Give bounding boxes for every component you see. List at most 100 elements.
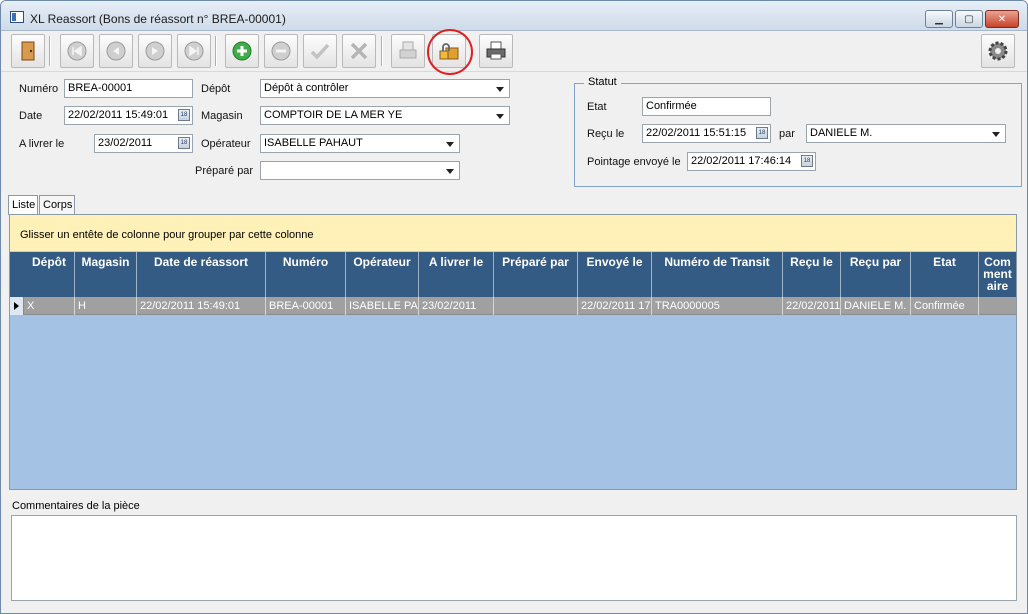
cell-recu-par[interactable]: DANIELE M.	[841, 297, 911, 315]
cell-commentaire[interactable]	[979, 297, 1016, 315]
tab-corps[interactable]: Corps	[39, 195, 75, 214]
recu-par-select[interactable]: DANIELE M.	[806, 124, 1006, 143]
cancel-button[interactable]	[342, 34, 376, 68]
column-chooser-icon[interactable]	[10, 252, 24, 297]
par-label: par	[779, 128, 795, 140]
cell-prepare[interactable]	[494, 297, 578, 315]
col-operateur[interactable]: Opérateur	[346, 252, 419, 297]
exit-door-button[interactable]	[11, 34, 45, 68]
alivrer-value: 23/02/2011	[98, 137, 153, 149]
cell-transit[interactable]: TRA0000005	[652, 297, 783, 315]
col-recu-le[interactable]: Reçu le	[783, 252, 841, 297]
recu-date-field[interactable]: 22/02/2011 15:51:15 18	[642, 124, 771, 143]
operateur-value: ISABELLE PAHAUT	[264, 137, 363, 149]
date-value: 22/02/2011 15:49:01	[68, 109, 169, 121]
pointage-label: Pointage envoyé le	[587, 156, 681, 168]
tab-liste[interactable]: Liste	[8, 195, 38, 215]
col-alivrer[interactable]: A livrer le	[419, 252, 494, 297]
cell-envoye[interactable]: 22/02/2011 17	[578, 297, 652, 315]
col-transit[interactable]: Numéro de Transit	[652, 252, 783, 297]
cell-alivrer[interactable]: 23/02/2011	[419, 297, 494, 315]
settings-gear-icon	[988, 41, 1008, 61]
first-record-icon	[67, 41, 87, 61]
numero-label: Numéro	[19, 83, 59, 95]
validate-button[interactable]	[303, 34, 337, 68]
col-etat[interactable]: Etat	[911, 252, 979, 297]
group-by-hint[interactable]: Glisser un entête de colonne pour groupe…	[10, 215, 1016, 252]
numero-field[interactable]: BREA-00001	[64, 79, 193, 98]
pointage-date-field[interactable]: 22/02/2011 17:46:14 18	[687, 152, 816, 171]
col-commentaire[interactable]: Com ment aire	[979, 252, 1016, 297]
data-grid: Glisser un entête de colonne pour groupe…	[9, 214, 1017, 490]
prepare-select[interactable]	[260, 161, 460, 180]
maximize-button[interactable]: ▢	[955, 10, 983, 28]
cell-date-reassort[interactable]: 22/02/2011 15:49:01	[137, 297, 266, 315]
alivrer-field[interactable]: 23/02/2011 18	[94, 134, 193, 153]
alivrer-label: A livrer le	[19, 138, 65, 150]
cell-operateur[interactable]: ISABELLE PAH.	[346, 297, 419, 315]
calendar-icon[interactable]: 18	[756, 127, 768, 139]
add-icon	[232, 41, 252, 61]
cell-recu-le[interactable]: 22/02/2011	[783, 297, 841, 315]
last-record-button[interactable]	[177, 34, 211, 68]
window-title: XL Reassort (Bons de réassort n° BREA-00…	[30, 12, 286, 26]
col-magasin[interactable]: Magasin	[75, 252, 137, 297]
recu-label: Reçu le	[587, 128, 625, 140]
app-window: XL Reassort (Bons de réassort n° BREA-00…	[0, 0, 1028, 614]
cell-magasin[interactable]: H	[75, 297, 137, 315]
previous-record-button[interactable]	[99, 34, 133, 68]
col-recu-par[interactable]: Reçu par	[841, 252, 911, 297]
cell-numero[interactable]: BREA-00001	[266, 297, 346, 315]
etat-field[interactable]: Confirmée	[642, 97, 771, 116]
settings-button[interactable]	[981, 34, 1015, 68]
magasin-label: Magasin	[201, 110, 243, 122]
chevron-down-icon	[446, 169, 454, 174]
depot-select[interactable]: Dépôt à contrôler	[260, 79, 510, 98]
magasin-select[interactable]: COMPTOIR DE LA MER YE	[260, 106, 510, 125]
col-date-reassort[interactable]: Date de réassort	[137, 252, 266, 297]
statut-title: Statut	[584, 76, 621, 88]
remove-icon	[271, 41, 291, 61]
printer-disabled-button[interactable]	[391, 34, 425, 68]
col-envoye[interactable]: Envoyé le	[578, 252, 652, 297]
row-selector-icon[interactable]	[10, 297, 24, 315]
cell-depot[interactable]: X	[24, 297, 75, 315]
previous-record-icon	[106, 41, 126, 61]
title-bar[interactable]: XL Reassort (Bons de réassort n° BREA-00…	[1, 1, 1027, 31]
comments-label: Commentaires de la pièce	[12, 500, 140, 512]
close-button[interactable]: ✕	[985, 10, 1019, 28]
depot-label: Dépôt	[201, 83, 231, 95]
print-icon	[486, 41, 506, 60]
remove-button[interactable]	[264, 34, 298, 68]
last-record-icon	[184, 41, 204, 61]
first-record-button[interactable]	[60, 34, 94, 68]
magasin-value: COMPTOIR DE LA MER YE	[264, 109, 403, 121]
validate-check-icon	[310, 43, 330, 60]
table-row[interactable]: X H 22/02/2011 15:49:01 BREA-00001 ISABE…	[10, 297, 1016, 315]
calendar-icon[interactable]: 18	[178, 109, 190, 121]
grid-header: Dépôt Magasin Date de réassort Numéro Op…	[10, 252, 1016, 297]
minimize-button[interactable]: ▁	[925, 10, 953, 28]
add-button[interactable]	[225, 34, 259, 68]
operateur-select[interactable]: ISABELLE PAHAUT	[260, 134, 460, 153]
lock-boxes-icon	[439, 43, 459, 60]
pointage-date-value: 22/02/2011 17:46:14	[691, 155, 792, 167]
comments-textarea[interactable]	[11, 515, 1017, 601]
depot-value: Dépôt à contrôler	[264, 82, 349, 94]
print-button[interactable]	[479, 34, 513, 68]
next-record-button[interactable]	[138, 34, 172, 68]
lock-boxes-button[interactable]	[432, 34, 466, 68]
exit-door-icon	[21, 41, 35, 61]
next-record-icon	[145, 41, 165, 61]
cell-etat[interactable]: Confirmée	[911, 297, 979, 315]
app-icon	[10, 11, 24, 23]
col-depot[interactable]: Dépôt	[24, 252, 75, 297]
calendar-icon[interactable]: 18	[801, 155, 813, 167]
col-prepare[interactable]: Préparé par	[494, 252, 578, 297]
chevron-down-icon	[496, 87, 504, 92]
calendar-icon[interactable]: 18	[178, 137, 190, 149]
toolbar-separator	[215, 36, 217, 66]
col-numero[interactable]: Numéro	[266, 252, 346, 297]
chevron-down-icon	[992, 132, 1000, 137]
date-field[interactable]: 22/02/2011 15:49:01 18	[64, 106, 193, 125]
